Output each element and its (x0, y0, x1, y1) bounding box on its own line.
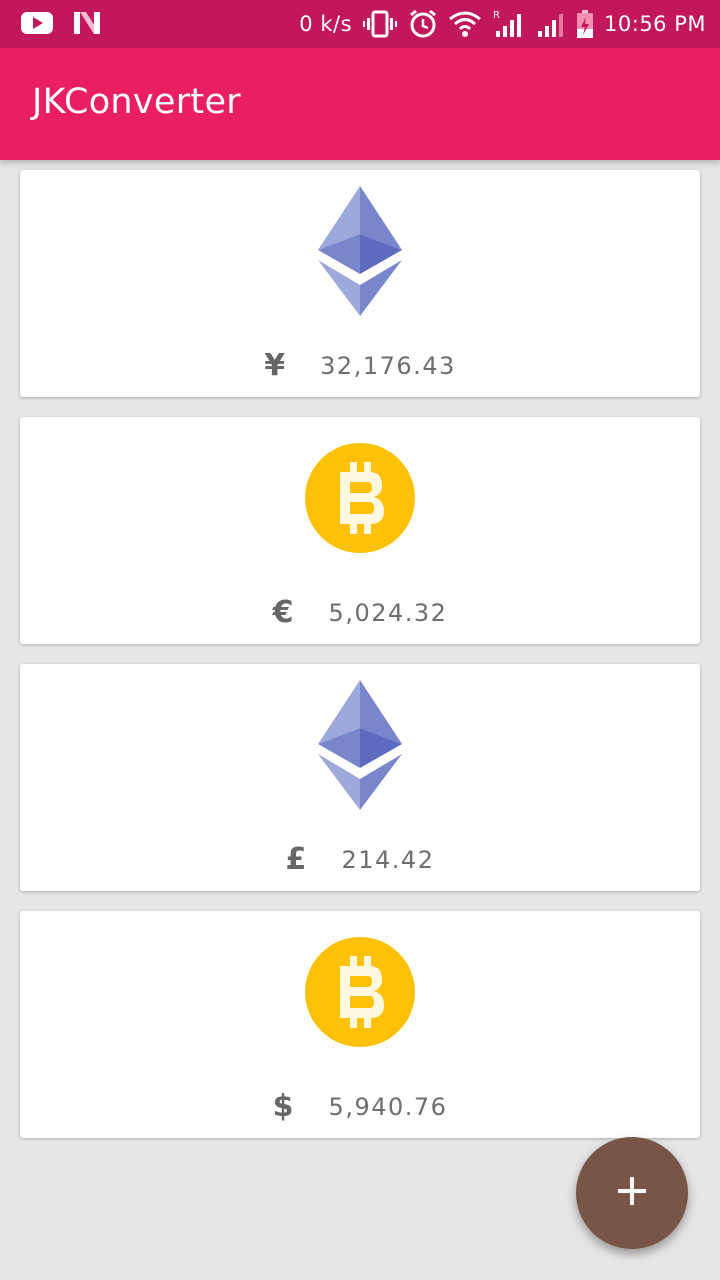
status-time: 10:56 PM (604, 12, 706, 36)
ethereum-icon (295, 186, 425, 316)
amount-row: ¥ 32,176.43 (20, 348, 700, 383)
status-bar: 0 k/s R 10:56 PM (0, 0, 720, 48)
ethereum-icon (295, 680, 425, 810)
conversion-card-list: ¥ 32,176.43 € 5,024.32 £ 214.42 $ 5,940.… (20, 170, 700, 1158)
conversion-card[interactable]: ¥ 32,176.43 (20, 170, 700, 397)
plus-icon (616, 1175, 648, 1211)
currency-symbol: £ (285, 842, 307, 877)
status-left-icons (20, 10, 102, 36)
bitcoin-icon (295, 927, 425, 1057)
status-right-icons: 0 k/s R 10:56 PM (299, 8, 706, 40)
conversion-card[interactable]: £ 214.42 (20, 664, 700, 891)
conversion-card[interactable]: € 5,024.32 (20, 417, 700, 644)
youtube-icon (20, 10, 54, 36)
alarm-icon (408, 9, 438, 39)
converted-amount: 214.42 (341, 845, 435, 874)
converted-amount: 32,176.43 (320, 351, 456, 380)
signal-icon: R (492, 9, 526, 39)
currency-symbol: € (272, 595, 294, 630)
app-title: JKConverter (32, 82, 241, 122)
signal-icon (536, 9, 566, 39)
app-bar: JKConverter (0, 48, 720, 160)
battery-charging-icon (576, 9, 594, 39)
currency-symbol: ¥ (264, 348, 286, 383)
bitcoin-icon (295, 433, 425, 563)
amount-row: € 5,024.32 (20, 595, 700, 630)
app-screen: 0 k/s R 10:56 PM JKConverter ¥ 32,176.43… (0, 0, 720, 1280)
wifi-icon (448, 10, 482, 38)
vibrate-icon (362, 10, 398, 38)
roaming-indicator: R (493, 10, 500, 21)
add-conversion-button[interactable] (576, 1137, 688, 1249)
conversion-card[interactable]: $ 5,940.76 (20, 911, 700, 1138)
network-speed: 0 k/s (299, 12, 353, 36)
converted-amount: 5,024.32 (328, 598, 448, 627)
converted-amount: 5,940.76 (328, 1092, 448, 1121)
n-logo-icon (72, 10, 102, 36)
currency-symbol: $ (272, 1089, 294, 1124)
amount-row: £ 214.42 (20, 842, 700, 877)
amount-row: $ 5,940.76 (20, 1089, 700, 1124)
